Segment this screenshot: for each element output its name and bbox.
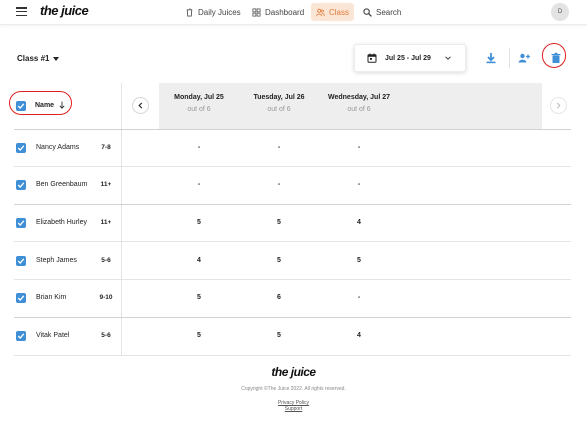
row-divider: [14, 279, 571, 280]
juice-cup-icon: [186, 7, 193, 17]
row-checkbox[interactable]: [16, 143, 26, 153]
class-select[interactable]: Class #1: [17, 54, 60, 63]
student-name: Elizabeth Hurley: [36, 219, 87, 226]
score-cell: -: [277, 181, 281, 188]
student-name: Nancy Adams: [36, 144, 80, 151]
score-cell: 5: [277, 332, 281, 339]
score-cell: 5: [197, 294, 201, 301]
support-link[interactable]: Support: [0, 406, 587, 412]
check-icon: [17, 145, 25, 151]
student-name: Vitak Patel: [36, 332, 70, 339]
score-cell: 4: [197, 257, 201, 264]
row-divider: [14, 355, 571, 356]
student-grade: 7-8: [101, 144, 111, 151]
student-name: Ben Greenbaum: [36, 181, 88, 188]
trash-icon: [551, 52, 561, 63]
date-range-picker[interactable]: Jul 25 - Jul 29: [354, 44, 466, 72]
score-cell: -: [357, 144, 361, 151]
nav-search[interactable]: Search: [358, 3, 406, 21]
row-checkbox[interactable]: [16, 256, 26, 266]
student-grade: 11+: [100, 181, 112, 188]
menu-icon[interactable]: [16, 7, 27, 17]
calendar-icon: [367, 53, 377, 63]
score-cell: 5: [357, 257, 361, 264]
download-icon: [486, 53, 496, 64]
arrow-down-icon: [59, 101, 65, 109]
row-checkbox[interactable]: [16, 180, 26, 190]
student-name: Brian Kim: [36, 294, 67, 301]
next-days-button[interactable]: [550, 97, 567, 114]
chevron-right-icon: [556, 102, 561, 109]
day-header-sub: out of 6: [347, 106, 371, 113]
caret-down-icon: [53, 56, 60, 61]
toolbar-divider: [509, 48, 510, 68]
score-cell: 5: [277, 257, 281, 264]
select-all-checkbox[interactable]: [16, 101, 26, 111]
nav-class-label: Class: [329, 7, 350, 17]
day-header-wednesday: Wednesday, Jul 27 out of 6: [309, 94, 409, 113]
add-student-button[interactable]: [516, 50, 532, 66]
score-cell: -: [197, 144, 201, 151]
row-divider: [14, 129, 571, 130]
student-name: Steph James: [36, 257, 77, 264]
check-icon: [17, 103, 25, 109]
chevron-down-icon: [445, 56, 451, 60]
row-checkbox[interactable]: [16, 331, 26, 341]
day-header-label: Wednesday, Jul 27: [328, 94, 390, 101]
student-grade: 9-10: [99, 294, 113, 301]
check-icon: [17, 220, 25, 226]
footer-copyright: Copyright ©The Juice 2022. All rights re…: [241, 386, 346, 392]
nav-dashboard-label: Dashboard: [265, 7, 305, 17]
row-checkbox[interactable]: [16, 218, 26, 228]
top-nav: the juice Daily Juices Dashboard Class S…: [0, 0, 587, 25]
nav-daily-juices-label: Daily Juices: [198, 7, 241, 17]
score-cell: 5: [277, 219, 281, 226]
footer-logo[interactable]: the juice: [0, 365, 587, 379]
name-column-divider: [121, 83, 122, 355]
row-divider: [14, 241, 571, 242]
score-cell: 4: [357, 219, 361, 226]
date-range-label: Jul 25 - Jul 29: [385, 54, 431, 62]
score-cell: -: [357, 294, 361, 301]
score-cell: 5: [197, 219, 201, 226]
add-user-icon: [518, 53, 530, 63]
student-grade: 11+: [100, 219, 112, 226]
row-divider: [14, 166, 571, 167]
score-cell: -: [277, 144, 281, 151]
check-icon: [17, 258, 25, 264]
class-select-label: Class #1: [17, 54, 50, 63]
chevron-left-icon: [138, 102, 143, 109]
score-cell: -: [197, 181, 201, 188]
row-divider: [14, 317, 571, 318]
search-icon: [363, 7, 372, 17]
logo[interactable]: the juice: [40, 3, 89, 18]
check-icon: [17, 333, 25, 339]
row-checkbox[interactable]: [16, 293, 26, 303]
nav-dashboard[interactable]: Dashboard: [247, 3, 309, 21]
student-grade: 5-6: [101, 332, 111, 339]
previous-days-button[interactable]: [132, 97, 149, 114]
score-cell: 6: [277, 294, 281, 301]
score-cell: 5: [197, 332, 201, 339]
nav-daily-juices[interactable]: Daily Juices: [180, 3, 246, 21]
name-header-label: Name: [35, 101, 55, 109]
score-cell: -: [357, 181, 361, 188]
nav-class[interactable]: Class: [311, 3, 355, 21]
download-button[interactable]: [483, 50, 499, 66]
grid-icon: [252, 7, 261, 17]
check-icon: [17, 295, 25, 301]
name-column-header[interactable]: Name: [35, 101, 65, 109]
users-icon: [316, 8, 325, 16]
delete-button[interactable]: [548, 50, 564, 66]
avatar[interactable]: D: [551, 3, 569, 21]
row-divider: [14, 204, 571, 205]
score-cell: 4: [357, 332, 361, 339]
check-icon: [17, 182, 25, 188]
nav-search-label: Search: [376, 7, 402, 17]
student-grade: 5-6: [101, 257, 111, 264]
